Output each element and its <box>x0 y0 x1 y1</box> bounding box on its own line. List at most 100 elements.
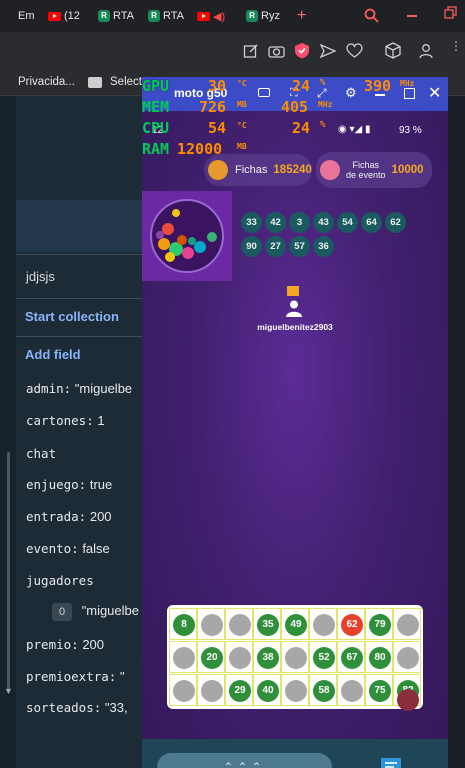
browser-tab[interactable]: R Ryz <box>246 8 288 24</box>
bingo-ball: 58 <box>313 680 335 702</box>
field-row[interactable]: admin: "miguelbe <box>26 381 132 396</box>
search-icon[interactable] <box>364 8 379 23</box>
field-row[interactable]: jugadores <box>26 573 94 588</box>
bingo-cell[interactable]: 49 <box>281 608 309 640</box>
bingo-ball <box>229 647 251 669</box>
bingo-card[interactable]: 83549627920385267802940587582 <box>167 605 423 709</box>
menu-icon[interactable]: ⋮ <box>450 40 462 58</box>
field-row[interactable]: sorteados: "33, <box>26 700 128 715</box>
bingo-cell[interactable]: 67 <box>337 641 365 673</box>
bookmark-item[interactable]: Privacida... <box>18 76 75 88</box>
restore-icon[interactable] <box>444 6 458 20</box>
bingo-cell[interactable]: 52 <box>309 641 337 673</box>
field-value: "33, <box>104 700 128 715</box>
bingo-cell[interactable]: 40 <box>253 674 281 706</box>
bingo-cell[interactable]: 8 <box>169 608 197 640</box>
bingo-cell[interactable] <box>169 641 197 673</box>
field-key: enjuego: <box>26 477 87 492</box>
field-row[interactable]: cartones: 1 <box>26 413 105 428</box>
bingo-cell[interactable] <box>197 608 225 640</box>
bingo-cell[interactable]: 58 <box>309 674 337 706</box>
field-value: 200 <box>89 509 112 524</box>
bingo-cell[interactable]: 79 <box>365 608 393 640</box>
event-coin-icon <box>320 160 340 180</box>
coin-icon <box>208 160 228 180</box>
heart-icon[interactable] <box>346 43 363 59</box>
field-row[interactable]: entrada: 200 <box>26 509 112 524</box>
field-row[interactable]: chat <box>26 446 56 461</box>
divider <box>16 336 142 337</box>
firestore-document-panel: jdjsjs Start collection Add field admin:… <box>0 96 142 768</box>
add-field-link[interactable]: Add field <box>25 347 81 362</box>
bingo-ball <box>285 680 307 702</box>
browser-tab[interactable]: R RTA <box>148 8 184 24</box>
osd-mem-label: MEM <box>142 98 170 116</box>
field-row[interactable]: evento: false <box>26 541 110 556</box>
bingo-ball <box>173 680 195 702</box>
profile-icon[interactable] <box>419 43 433 59</box>
performance-osd: GPU 30 °C 24 % 390 MHz MEM 726 MB 405 MH… <box>142 77 448 159</box>
osd-unit: °C <box>237 79 247 88</box>
bingo-cell[interactable]: 62 <box>337 608 365 640</box>
osd-gpu-load: 24 <box>292 77 311 95</box>
new-tab-button[interactable]: + <box>297 8 311 24</box>
browser-tab[interactable]: R RTA <box>98 8 134 24</box>
camera-icon[interactable] <box>268 43 285 59</box>
event-fichas-value: 10000 <box>391 164 424 176</box>
bingo-cell[interactable]: 38 <box>253 641 281 673</box>
bingo-cell[interactable] <box>393 608 421 640</box>
bingo-cell[interactable] <box>281 641 309 673</box>
bingo-cell[interactable] <box>281 674 309 706</box>
bingo-cell[interactable] <box>309 608 337 640</box>
bookmark-item[interactable]: Select <box>110 76 142 88</box>
browser-tab[interactable]: (12 <box>48 8 88 24</box>
bingo-ball <box>285 647 307 669</box>
bingo-cell[interactable]: 80 <box>365 641 393 673</box>
bingo-ball <box>201 680 223 702</box>
bingo-cell[interactable] <box>197 674 225 706</box>
scrollbar-thumb[interactable] <box>7 452 10 692</box>
event-label: Fichas <box>352 160 380 170</box>
field-row[interactable]: premioextra: " <box>26 669 125 684</box>
bingo-cell[interactable] <box>337 674 365 706</box>
bingo-cell[interactable] <box>225 641 253 673</box>
bingo-ball <box>397 614 419 636</box>
drawn-number-chip: 33 <box>241 212 262 233</box>
send-icon[interactable] <box>320 43 336 59</box>
bingo-ball: 38 <box>257 647 279 669</box>
osd-mem-clock: 405 <box>281 98 309 116</box>
osd-ram-used: 12000 <box>177 140 223 158</box>
box-icon[interactable] <box>385 42 401 59</box>
field-key: entrada: <box>26 509 87 524</box>
shield-icon[interactable] <box>294 42 310 59</box>
expand-panel-button[interactable]: ⌃⌃⌃ <box>157 753 332 768</box>
browser-tab[interactable]: ◀) <box>197 8 233 24</box>
bingo-cell[interactable]: 35 <box>253 608 281 640</box>
field-row[interactable]: enjuego: true <box>26 477 112 492</box>
start-collection-link[interactable]: Start collection <box>25 309 119 324</box>
divider <box>16 298 142 299</box>
bingo-ball <box>341 680 363 702</box>
edit-icon[interactable] <box>243 43 259 59</box>
bingo-cell[interactable]: 20 <box>197 641 225 673</box>
array-item-row[interactable]: 0 "miguelbe <box>52 603 139 621</box>
bingo-cell[interactable] <box>393 641 421 673</box>
minimize-icon[interactable] <box>407 15 417 17</box>
drawn-number-chip: 57 <box>289 236 310 257</box>
bingo-cell[interactable] <box>169 674 197 706</box>
field-key: premioextra: <box>26 669 117 684</box>
bingo-cell[interactable]: 75 <box>365 674 393 706</box>
game-nav-bar: ⌃⌃⌃ <box>142 739 448 768</box>
bingo-cell[interactable] <box>225 608 253 640</box>
field-row[interactable]: premio: 200 <box>26 637 104 652</box>
bingo-ball: 49 <box>285 614 307 636</box>
tab-label: (12 <box>64 10 80 22</box>
osd-unit: °C <box>237 121 247 130</box>
osd-cpu-label: CPU <box>142 119 170 137</box>
bingo-cell[interactable]: 29 <box>225 674 253 706</box>
youtube-icon <box>197 11 210 21</box>
chevron-down-icon[interactable]: ▼ <box>4 686 13 696</box>
drawn-number-chip: 54 <box>337 212 358 233</box>
browser-tab[interactable]: Em <box>18 8 36 24</box>
chat-icon[interactable] <box>379 756 403 768</box>
